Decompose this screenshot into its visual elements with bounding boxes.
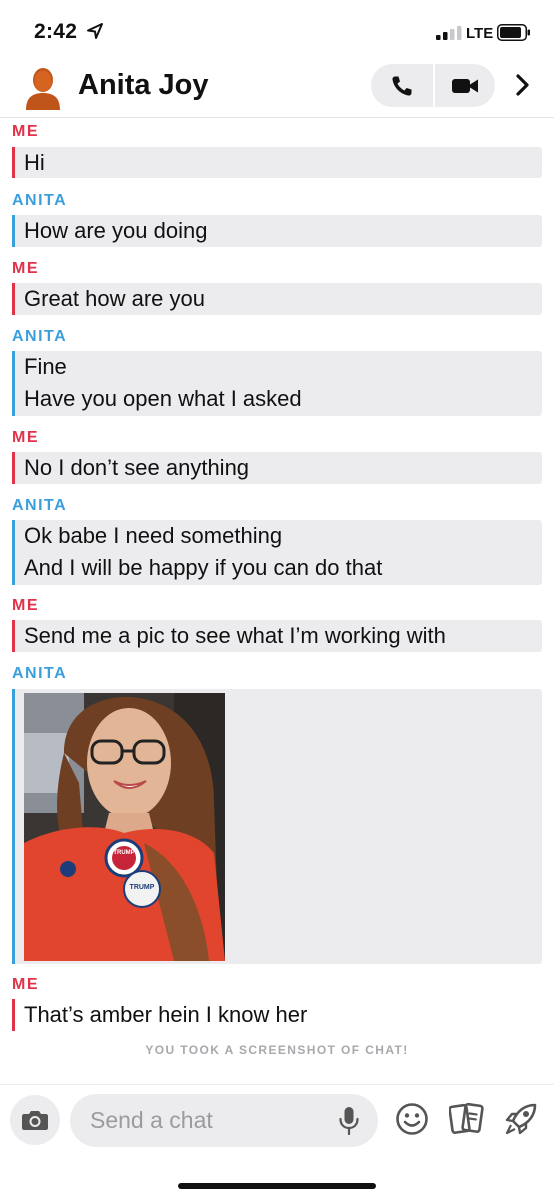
sender-label: ME [12, 429, 39, 446]
status-time: 2:42 [34, 20, 78, 43]
message-text: Fine [24, 354, 67, 379]
message-text: And I will be happy if you can do that [24, 555, 383, 580]
sender-bar [12, 215, 15, 247]
phone-icon [392, 76, 412, 96]
sender-label: ME [12, 123, 39, 140]
sender-bar [12, 999, 15, 1031]
photo-message[interactable]: TRUMP TRUMP [12, 689, 542, 964]
selfie-image: TRUMP TRUMP [24, 693, 225, 961]
chat-input[interactable] [70, 1094, 378, 1147]
home-indicator[interactable] [178, 1183, 376, 1189]
voice-call-button[interactable] [371, 64, 433, 107]
video-icon [452, 78, 478, 93]
message-text: No I don’t see anything [24, 455, 250, 480]
sender-label: ANITA [12, 497, 68, 514]
sender-bar [12, 283, 15, 315]
sender-label: ANITA [12, 328, 68, 345]
cards-icon[interactable] [449, 1102, 485, 1136]
message-bubble[interactable]: Fine Have you open what I asked [12, 351, 542, 416]
signal-icon [436, 26, 462, 40]
sender-label: ME [12, 976, 39, 993]
message-bubble[interactable]: Ok babe I need something And I will be h… [12, 520, 542, 585]
sender-bar [12, 620, 15, 652]
message-text: Great how are you [24, 286, 205, 311]
contact-name[interactable]: Anita Joy [78, 69, 209, 102]
avatar-icon[interactable] [24, 66, 62, 110]
message-bubble[interactable]: Hi [12, 147, 542, 178]
shared-photo[interactable]: TRUMP TRUMP [24, 693, 225, 961]
status-bar: 2:42 LTE [0, 0, 554, 60]
screenshot-notice: YOU TOOK A SCREENSHOT OF CHAT! [145, 1043, 409, 1057]
message-text: Have you open what I asked [24, 386, 302, 411]
video-call-button[interactable] [433, 64, 495, 107]
badge-text-top: TRUMP [113, 850, 134, 856]
sender-label: ME [12, 260, 39, 277]
message-bubble[interactable]: Send me a pic to see what I’m working wi… [12, 620, 542, 652]
camera-icon [22, 1111, 48, 1130]
message-text: Send me a pic to see what I’m working wi… [24, 623, 446, 648]
camera-button[interactable] [10, 1095, 60, 1145]
battery-icon [497, 24, 530, 41]
sender-bar [12, 147, 15, 178]
message-bubble[interactable]: How are you doing [12, 215, 542, 247]
sender-label: ME [12, 597, 39, 614]
sender-bar [12, 351, 15, 416]
rocket-icon[interactable] [503, 1101, 539, 1137]
badge-text-bottom: TRUMP [130, 884, 155, 891]
message-text: Ok babe I need something [24, 523, 283, 548]
message-bubble[interactable]: No I don’t see anything [12, 452, 542, 484]
chat-header: Anita Joy [0, 60, 554, 118]
message-bubble[interactable]: That’s amber hein I know her [12, 999, 542, 1031]
sender-bar [12, 520, 15, 585]
sender-bar [12, 452, 15, 484]
message-text: That’s amber hein I know her [24, 1002, 308, 1027]
network-type: LTE [466, 25, 494, 42]
location-arrow-icon [87, 23, 103, 39]
sender-label: ANITA [12, 192, 68, 209]
chevron-right-icon[interactable] [510, 72, 536, 98]
message-text: Hi [24, 150, 45, 175]
emoji-icon[interactable] [395, 1102, 429, 1136]
sender-bar [12, 689, 15, 964]
composer-bar [0, 1084, 554, 1200]
call-buttons [371, 64, 495, 107]
mic-icon[interactable] [337, 1106, 361, 1136]
sender-label: ANITA [12, 665, 68, 682]
message-text: How are you doing [24, 218, 208, 243]
message-bubble[interactable]: Great how are you [12, 283, 542, 315]
